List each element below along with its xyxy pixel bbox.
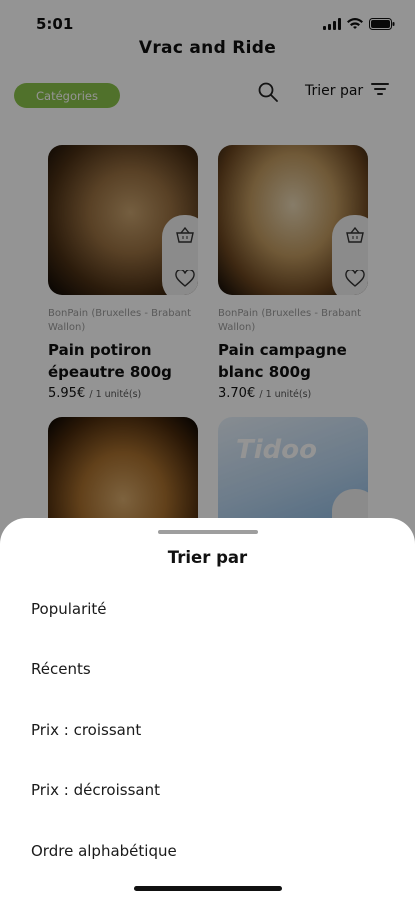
sort-option-price-desc[interactable]: Prix : décroissant <box>31 781 160 799</box>
sort-option-popularity[interactable]: Popularité <box>31 600 107 618</box>
sort-option-price-asc[interactable]: Prix : croissant <box>31 721 141 739</box>
sort-option-alphabetical[interactable]: Ordre alphabétique <box>31 842 177 860</box>
home-indicator[interactable] <box>134 886 282 891</box>
drag-handle[interactable] <box>158 530 258 534</box>
sheet-title: Trier par <box>167 548 248 567</box>
sort-bottom-sheet: Trier par Popularité Récents Prix : croi… <box>0 518 415 900</box>
sort-option-recent[interactable]: Récents <box>31 660 91 678</box>
